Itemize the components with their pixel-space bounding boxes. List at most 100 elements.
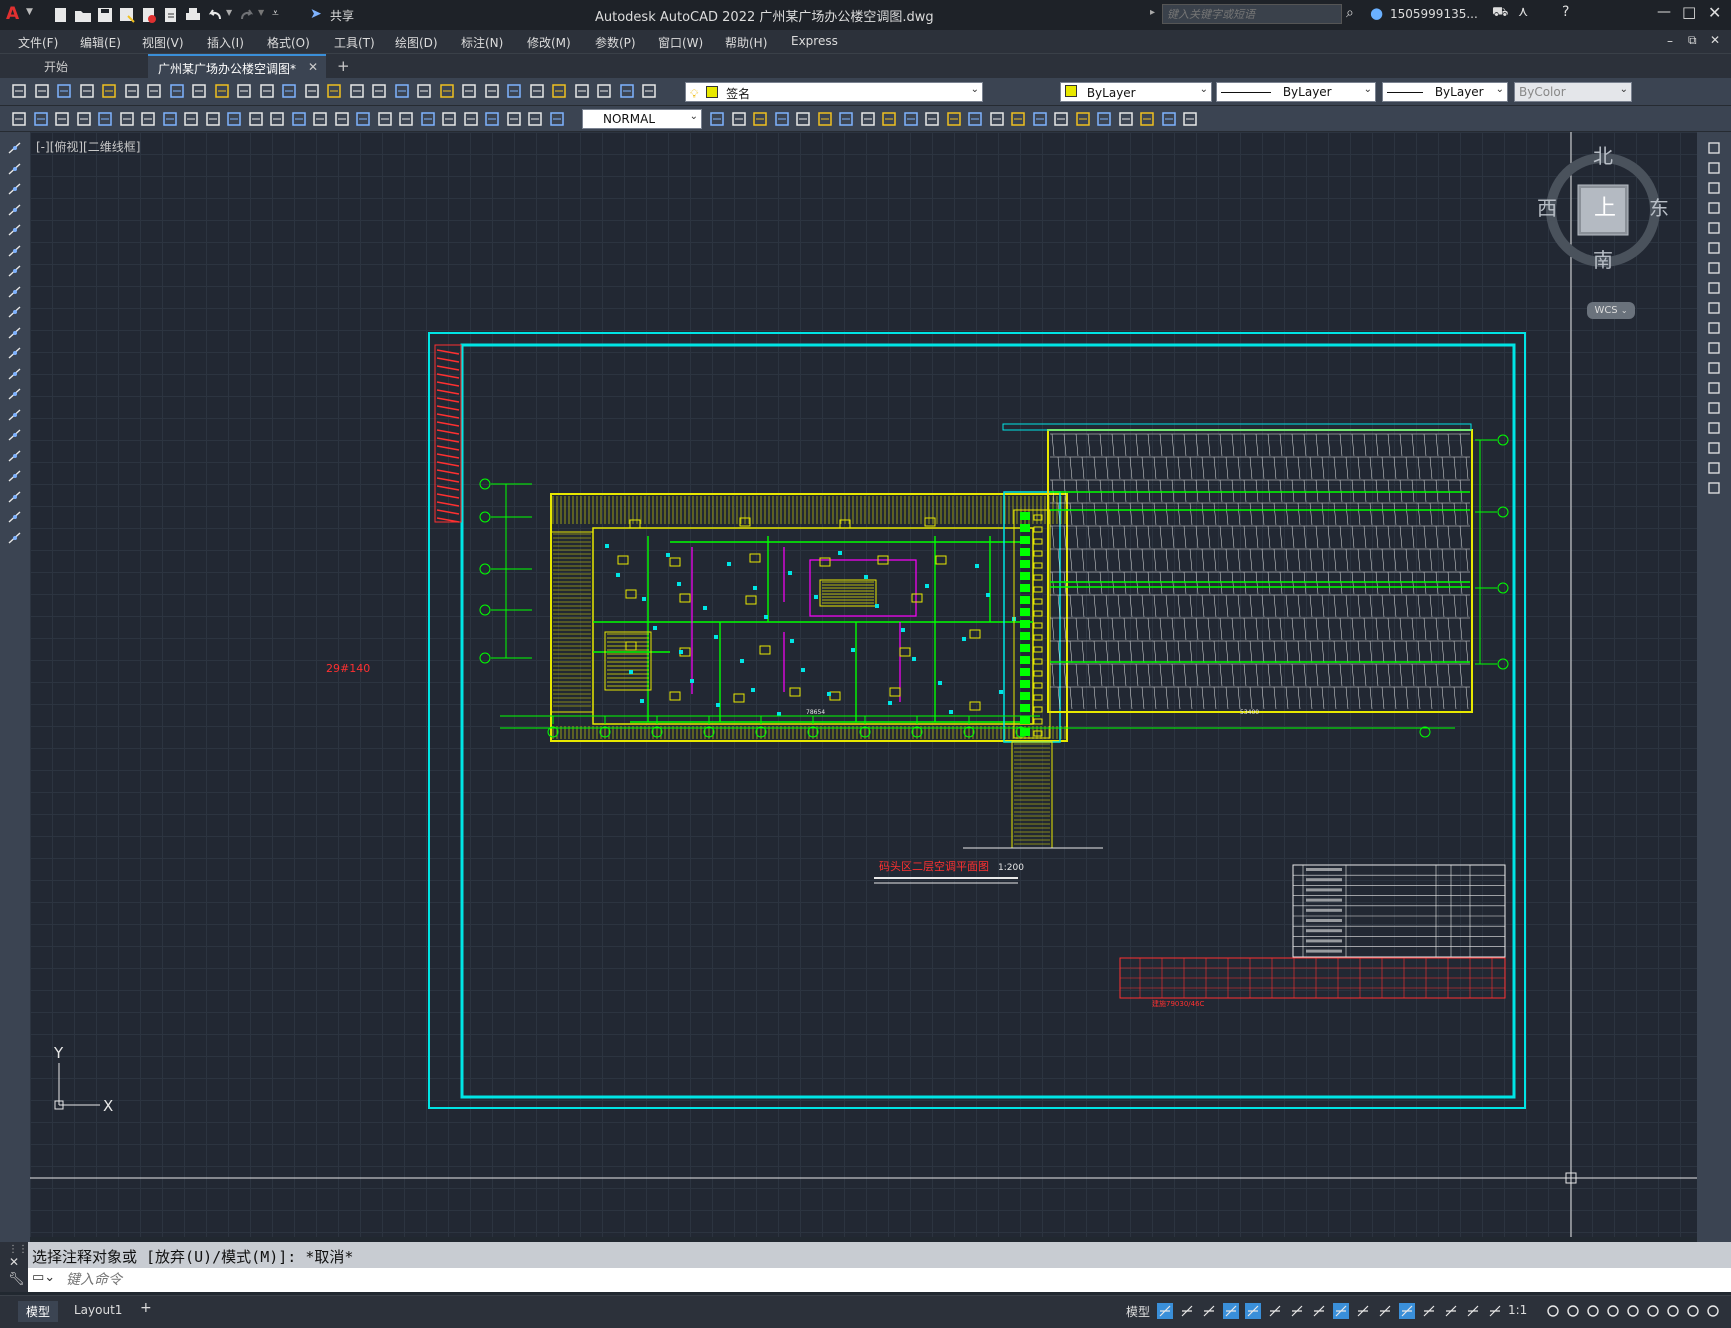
insert-block-icon[interactable] bbox=[1160, 110, 1178, 128]
menu-parametric[interactable]: 参数(P) bbox=[595, 34, 636, 51]
calculator-icon[interactable] bbox=[483, 82, 501, 100]
menu-view[interactable]: 视图(V) bbox=[142, 34, 184, 51]
tab-drawing[interactable]: 广州某广场办公楼空调图* ✕ bbox=[148, 54, 326, 78]
group-icon[interactable] bbox=[1074, 110, 1092, 128]
dim-arc-icon[interactable] bbox=[75, 110, 93, 128]
grid-icon[interactable] bbox=[1156, 1302, 1174, 1320]
properties-icon[interactable] bbox=[370, 82, 388, 100]
break-at-point-icon[interactable] bbox=[1706, 360, 1722, 376]
explode-icon[interactable] bbox=[1706, 480, 1722, 496]
rotate-icon[interactable] bbox=[1706, 260, 1722, 276]
layer-delete-icon[interactable] bbox=[837, 110, 855, 128]
help-search-input[interactable] bbox=[1162, 4, 1342, 24]
dim-baseline-icon[interactable] bbox=[225, 110, 243, 128]
layer-previous-icon[interactable] bbox=[595, 82, 613, 100]
viewcube-north[interactable]: 北 bbox=[1593, 140, 1613, 169]
osnap-track-icon[interactable] bbox=[1310, 1302, 1328, 1320]
undo-icon[interactable] bbox=[206, 6, 224, 24]
snap-chevron-icon[interactable] bbox=[1200, 1302, 1218, 1320]
hatch-icon[interactable] bbox=[7, 427, 23, 443]
color-dropdown[interactable]: ByLayer ⌄ bbox=[1060, 82, 1212, 102]
save-icon[interactable] bbox=[55, 82, 73, 100]
extend-icon[interactable] bbox=[1706, 340, 1722, 356]
polyline-icon[interactable] bbox=[7, 181, 23, 197]
stretch-icon[interactable] bbox=[1706, 300, 1722, 316]
save-icon[interactable] bbox=[96, 6, 114, 24]
ellipse-icon[interactable] bbox=[7, 325, 23, 341]
tab-close-icon[interactable]: ✕ bbox=[308, 60, 318, 74]
doc-minimize-icon[interactable]: – bbox=[1667, 34, 1673, 48]
drawing-viewport[interactable]: [-][俯视][二维线框] 78654 53400 29#140 码头区二层空调… bbox=[30, 132, 1697, 1237]
menu-tools[interactable]: 工具(T) bbox=[334, 34, 375, 51]
units-icon[interactable] bbox=[1584, 1302, 1602, 1320]
snap-icon[interactable] bbox=[1178, 1302, 1196, 1320]
inspect-icon[interactable] bbox=[354, 110, 372, 128]
multiline-text-icon[interactable] bbox=[7, 509, 23, 525]
line-icon[interactable] bbox=[7, 140, 23, 156]
clean-screen-icon[interactable] bbox=[1684, 1302, 1702, 1320]
new-icon[interactable] bbox=[10, 82, 28, 100]
auto-scale-icon[interactable] bbox=[1464, 1302, 1482, 1320]
command-prompt-icon[interactable]: ▭⌄ bbox=[32, 1270, 55, 1285]
customize-qat-icon[interactable]: ⩡ bbox=[272, 6, 279, 21]
layout-tab-layout1[interactable]: Layout1 bbox=[66, 1301, 130, 1319]
dim-jogged-icon[interactable] bbox=[139, 110, 157, 128]
leader-align-icon[interactable] bbox=[526, 110, 544, 128]
layer-on-icon[interactable] bbox=[708, 110, 726, 128]
dim-linear-icon[interactable] bbox=[32, 110, 50, 128]
dim-diameter-icon[interactable] bbox=[161, 110, 179, 128]
dim-ordinate-icon[interactable] bbox=[96, 110, 114, 128]
wipeout-icon[interactable] bbox=[1181, 110, 1199, 128]
layer-lock-icon[interactable] bbox=[859, 110, 877, 128]
undo-icon[interactable] bbox=[235, 82, 253, 100]
chamfer-icon[interactable] bbox=[1706, 420, 1722, 436]
move-icon[interactable] bbox=[1706, 240, 1722, 256]
array-icon[interactable] bbox=[1706, 220, 1722, 236]
dim-continue-icon[interactable] bbox=[247, 110, 265, 128]
design-center-icon[interactable] bbox=[393, 82, 411, 100]
viewcube-west[interactable]: 西 bbox=[1537, 192, 1557, 221]
help-icon[interactable] bbox=[505, 82, 523, 100]
doc-close-icon[interactable]: ✕ bbox=[1710, 33, 1720, 47]
plot-icon[interactable] bbox=[184, 6, 202, 24]
jogged-linear-icon[interactable] bbox=[376, 110, 394, 128]
layout-tab-model[interactable]: 模型 bbox=[18, 1301, 59, 1322]
layer-merge-icon[interactable] bbox=[816, 110, 834, 128]
autocad-logo-icon[interactable]: A bbox=[6, 4, 19, 24]
help-icon[interactable]: ? bbox=[1562, 4, 1569, 20]
add-selected-icon[interactable] bbox=[7, 530, 23, 546]
layer-state-icon[interactable] bbox=[550, 82, 568, 100]
expand-search-icon[interactable]: ▸ bbox=[1150, 7, 1155, 18]
zoom-realtime-icon[interactable] bbox=[303, 82, 321, 100]
command-line-grip[interactable]: ⋮⋮ ✕ 🔧︎ bbox=[0, 1242, 28, 1292]
spline-icon[interactable] bbox=[7, 304, 23, 320]
viewcube[interactable]: 北 南 东 西 上 bbox=[1537, 140, 1669, 290]
copy-icon[interactable] bbox=[1706, 160, 1722, 176]
fillet-icon[interactable] bbox=[1706, 440, 1722, 456]
revision-cloud-icon[interactable] bbox=[7, 284, 23, 300]
user-avatar-icon[interactable]: ● bbox=[1370, 4, 1383, 22]
publish-icon[interactable] bbox=[123, 82, 141, 100]
text-above-icon[interactable] bbox=[1031, 110, 1049, 128]
hatch-back-icon[interactable] bbox=[1052, 110, 1070, 128]
share-icon[interactable]: ➤ bbox=[310, 6, 322, 22]
layer-off-icon[interactable] bbox=[730, 110, 748, 128]
circle-icon[interactable] bbox=[7, 263, 23, 279]
paste-icon[interactable] bbox=[190, 82, 208, 100]
viewcube-east[interactable]: 东 bbox=[1649, 192, 1669, 221]
layer-change-icon[interactable] bbox=[923, 110, 941, 128]
menu-modify[interactable]: 修改(M) bbox=[527, 34, 571, 51]
lineweight-icon[interactable] bbox=[1376, 1302, 1394, 1320]
copy-objects-icon[interactable] bbox=[902, 110, 920, 128]
dim-space-icon[interactable] bbox=[268, 110, 286, 128]
multileader-icon[interactable] bbox=[462, 110, 480, 128]
erase-icon[interactable] bbox=[1706, 140, 1722, 156]
annotation-scale-value[interactable]: 1:1 bbox=[1508, 1303, 1527, 1317]
cart-icon[interactable]: ⛟ bbox=[1492, 5, 1508, 22]
minimize-icon[interactable]: — bbox=[1657, 4, 1671, 20]
save-as-icon[interactable] bbox=[118, 6, 136, 24]
dim-text-edit-icon[interactable] bbox=[419, 110, 437, 128]
dim-radius-icon[interactable] bbox=[118, 110, 136, 128]
menu-dimension[interactable]: 标注(N) bbox=[461, 34, 503, 51]
wcs-menu[interactable]: WCS ⌄ bbox=[1587, 302, 1635, 319]
